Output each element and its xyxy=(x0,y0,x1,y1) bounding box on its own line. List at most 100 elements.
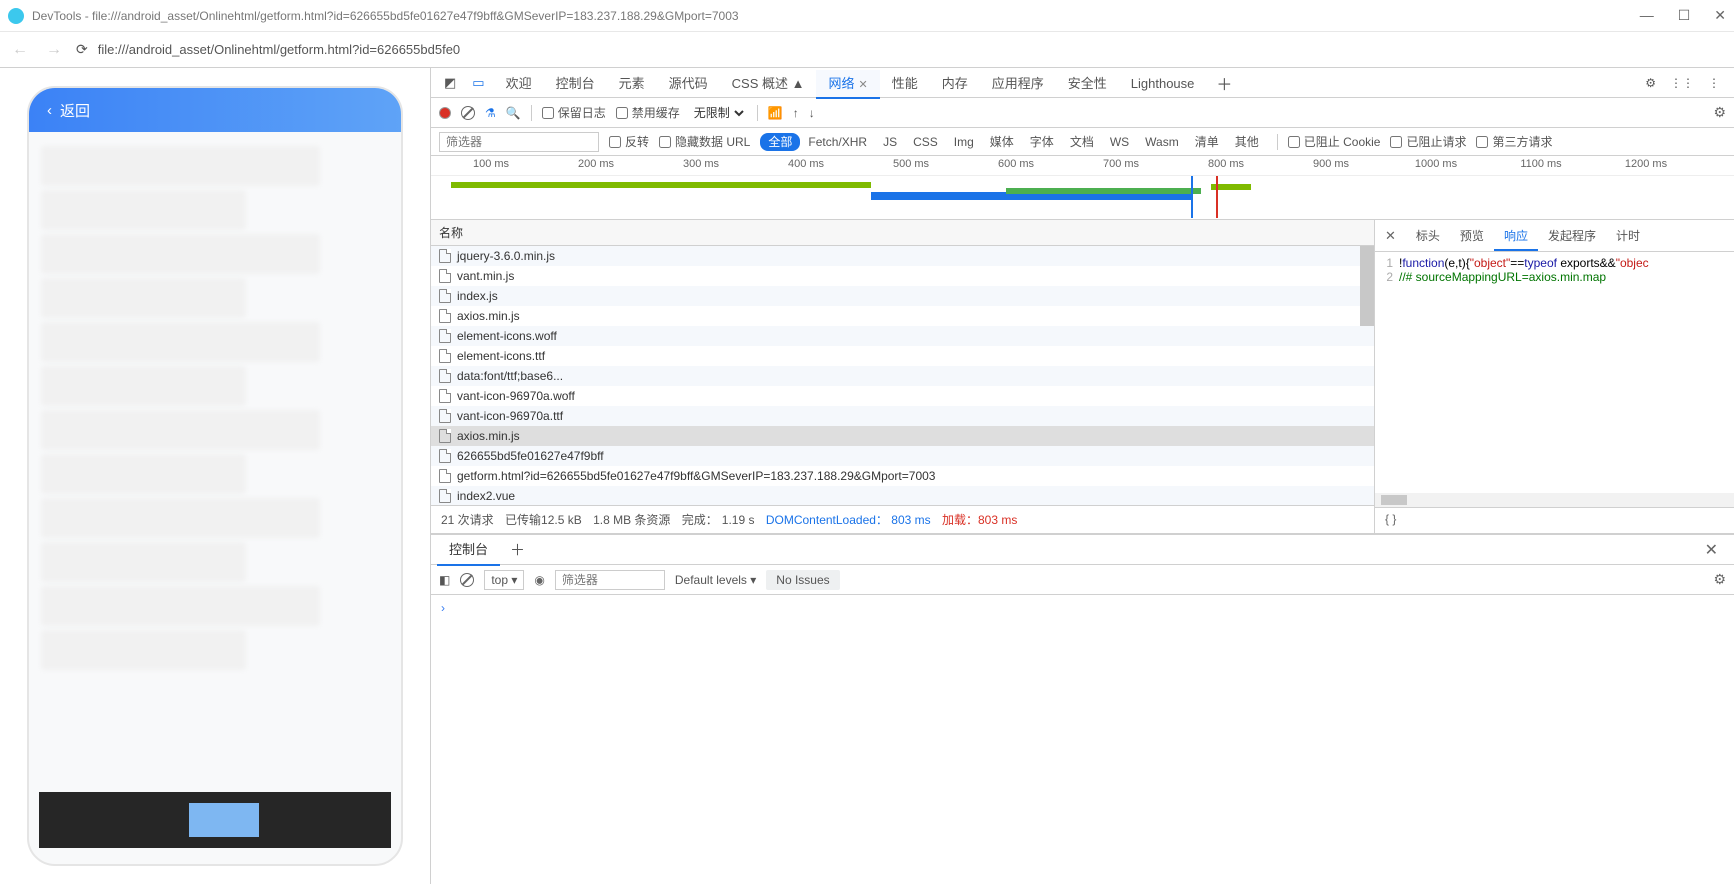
live-expression-icon[interactable]: ◉ xyxy=(534,573,544,587)
detail-tab-计时[interactable]: 计时 xyxy=(1606,223,1650,249)
detail-tab-发起程序[interactable]: 发起程序 xyxy=(1538,223,1606,249)
devtools-tab-应用程序[interactable]: 应用程序 xyxy=(980,70,1056,97)
invert-checkbox[interactable]: 反转 xyxy=(609,133,649,150)
type-filter-JS[interactable]: JS xyxy=(875,133,905,151)
type-filter-Wasm[interactable]: Wasm xyxy=(1137,133,1187,151)
format-button[interactable]: { } xyxy=(1375,507,1734,533)
app-header[interactable]: ‹ 返回 xyxy=(29,88,401,132)
network-settings-icon[interactable]: ⚙ xyxy=(1713,104,1726,121)
settings-icon[interactable]: ⚙ xyxy=(1645,76,1656,90)
download-icon[interactable]: ↓ xyxy=(809,106,815,120)
type-filter-CSS[interactable]: CSS xyxy=(905,133,946,151)
back-button[interactable]: ← xyxy=(8,39,32,61)
forward-button[interactable]: → xyxy=(42,39,66,61)
context-select[interactable]: top ▾ xyxy=(484,570,524,590)
console-settings-icon[interactable]: ⚙ xyxy=(1713,571,1726,588)
devtools-tab-控制台[interactable]: 控制台 xyxy=(544,70,607,97)
request-row[interactable]: axios.min.js xyxy=(431,426,1374,446)
tab-close-icon[interactable]: ✕ xyxy=(859,79,868,91)
devtools-tab-性能[interactable]: 性能 xyxy=(880,70,930,97)
hide-data-urls-checkbox[interactable]: 隐藏数据 URL xyxy=(659,133,750,150)
devtools-tab-欢迎[interactable]: 欢迎 xyxy=(494,70,544,97)
request-row[interactable]: element-icons.woff xyxy=(431,326,1374,346)
timeline-tick: 400 ms xyxy=(788,158,824,170)
wifi-icon[interactable]: 📶 xyxy=(768,106,783,120)
third-party-checkbox[interactable]: 第三方请求 xyxy=(1476,133,1552,150)
blurred-row xyxy=(41,234,320,274)
devtools-tab-内存[interactable]: 内存 xyxy=(930,70,980,97)
type-filter-文档[interactable]: 文档 xyxy=(1062,133,1102,151)
devtools-tab-网络[interactable]: 网络✕ xyxy=(816,70,879,99)
upload-icon[interactable]: ↑ xyxy=(793,106,799,120)
url-field[interactable]: file:///android_asset/Onlinehtml/getform… xyxy=(98,42,1726,57)
drawer-close-button[interactable]: ✕ xyxy=(1695,540,1728,560)
reload-button[interactable]: ⟳ xyxy=(76,41,88,58)
request-row[interactable]: getform.html?id=626655bd5fe01627e47f9bff… xyxy=(431,466,1374,486)
console-sidebar-icon[interactable]: ◧ xyxy=(439,573,450,587)
request-row[interactable]: vant.min.js xyxy=(431,266,1374,286)
devtools-tab-源代码[interactable]: 源代码 xyxy=(657,70,720,97)
detail-tab-标头[interactable]: 标头 xyxy=(1406,223,1450,249)
blocked-requests-checkbox[interactable]: 已阻止请求 xyxy=(1390,133,1466,150)
drawer-add-tab[interactable]: ＋ xyxy=(500,535,535,564)
file-icon xyxy=(439,389,451,403)
horizontal-scrollbar[interactable] xyxy=(1375,493,1734,507)
type-filter-媒体[interactable]: 媒体 xyxy=(982,133,1022,151)
back-chevron-icon[interactable]: ‹ xyxy=(47,102,52,119)
type-filter-清单[interactable]: 清单 xyxy=(1187,133,1227,151)
blocked-cookies-checkbox[interactable]: 已阻止 Cookie xyxy=(1288,133,1381,150)
request-row[interactable]: index2.vue xyxy=(431,486,1374,505)
log-levels-select[interactable]: Default levels ▾ xyxy=(675,573,756,587)
filter-input[interactable] xyxy=(439,132,599,152)
dock-icon[interactable]: ⋮⋮ xyxy=(1670,76,1694,90)
device-bottom-bar xyxy=(39,792,391,848)
detail-tab-响应[interactable]: 响应 xyxy=(1494,223,1538,251)
issues-button[interactable]: No Issues xyxy=(766,570,839,590)
type-filter-Fetch/XHR[interactable]: Fetch/XHR xyxy=(800,133,875,151)
devtools-tab-Lighthouse[interactable]: Lighthouse xyxy=(1119,70,1207,97)
preserve-log-checkbox[interactable]: 保留日志 xyxy=(542,104,606,121)
close-button[interactable]: ✕ xyxy=(1714,7,1726,24)
console-filter-input[interactable] xyxy=(555,570,665,590)
type-filter-Img[interactable]: Img xyxy=(946,133,982,151)
request-row[interactable]: axios.min.js xyxy=(431,306,1374,326)
app-icon xyxy=(8,8,24,24)
type-filter-字体[interactable]: 字体 xyxy=(1022,133,1062,151)
scrollbar-thumb[interactable] xyxy=(1360,246,1374,326)
type-filter-全部[interactable]: 全部 xyxy=(760,133,800,151)
drawer-tab-console[interactable]: 控制台 xyxy=(437,533,500,566)
record-button[interactable] xyxy=(439,107,451,119)
devtools-tab-元素[interactable]: 元素 xyxy=(607,70,657,97)
console-body[interactable]: › xyxy=(431,595,1734,884)
more-icon[interactable]: ⋮ xyxy=(1708,76,1720,90)
maximize-button[interactable]: ☐ xyxy=(1678,7,1691,24)
request-row[interactable]: index.js xyxy=(431,286,1374,306)
request-row[interactable]: data:font/ttf;base6... xyxy=(431,366,1374,386)
request-row[interactable]: vant-icon-96970a.ttf xyxy=(431,406,1374,426)
device-toggle-icon[interactable]: ▭ xyxy=(465,71,491,95)
add-tab-button[interactable]: ＋ xyxy=(1208,67,1240,99)
request-row[interactable]: vant-icon-96970a.woff xyxy=(431,386,1374,406)
minimize-button[interactable]: — xyxy=(1640,7,1654,24)
throttling-select[interactable]: 无限制 xyxy=(690,105,747,121)
timeline-tick: 100 ms xyxy=(473,158,509,170)
type-filter-WS[interactable]: WS xyxy=(1102,133,1137,151)
request-row[interactable]: element-icons.ttf xyxy=(431,346,1374,366)
column-header-name[interactable]: 名称 xyxy=(431,220,1374,246)
disable-cache-checkbox[interactable]: 禁用缓存 xyxy=(616,104,680,121)
clear-button[interactable] xyxy=(461,106,475,120)
timeline-overview[interactable]: 100 ms200 ms300 ms400 ms500 ms600 ms700 … xyxy=(431,156,1734,220)
detail-tab-预览[interactable]: 预览 xyxy=(1450,223,1494,249)
inspect-icon[interactable]: ◩ xyxy=(437,71,463,95)
search-icon[interactable]: 🔍 xyxy=(506,106,521,120)
request-name: vant.min.js xyxy=(457,269,514,283)
type-filter-其他[interactable]: 其他 xyxy=(1227,133,1267,151)
clear-console-button[interactable] xyxy=(460,573,474,587)
request-row[interactable]: jquery-3.6.0.min.js xyxy=(431,246,1374,266)
close-detail-button[interactable]: ✕ xyxy=(1375,228,1406,244)
filter-toggle-icon[interactable]: ⚗ xyxy=(485,106,496,120)
response-body[interactable]: 1!function(e,t){"object"==typeof exports… xyxy=(1375,252,1734,493)
devtools-tab-CSS 概述[interactable]: CSS 概述 ▲ xyxy=(720,70,817,97)
devtools-tab-安全性[interactable]: 安全性 xyxy=(1056,70,1119,97)
request-row[interactable]: 626655bd5fe01627e47f9bff xyxy=(431,446,1374,466)
